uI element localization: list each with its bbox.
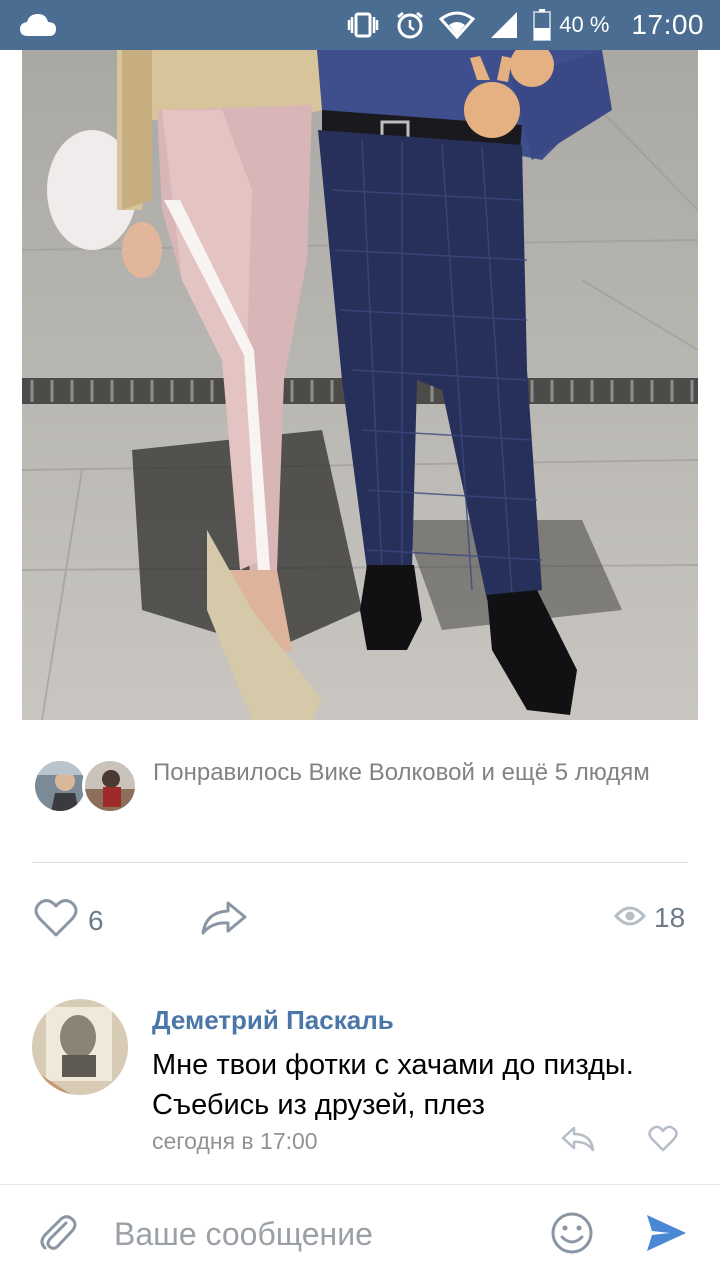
liker-avatar[interactable] bbox=[82, 758, 138, 814]
post-photo[interactable] bbox=[22, 50, 698, 720]
comment-item: Деметрий Паскаль Мне твои фотки с хачами… bbox=[0, 995, 720, 1165]
cloud-icon bbox=[18, 12, 58, 43]
send-icon[interactable] bbox=[644, 1211, 688, 1260]
comment-text: Мне твои фотки с хачами до пизды. Съебис… bbox=[152, 1049, 634, 1121]
battery-percent: 40 % bbox=[559, 12, 610, 37]
views-counter: 18 bbox=[614, 902, 685, 934]
message-input[interactable] bbox=[100, 1207, 520, 1261]
heart-icon bbox=[34, 898, 78, 943]
comment-time: сегодня в 17:00 bbox=[152, 1128, 318, 1154]
alarm-icon bbox=[395, 10, 425, 40]
views-count: 18 bbox=[654, 902, 686, 933]
paperclip-icon[interactable] bbox=[36, 1211, 80, 1260]
eye-icon bbox=[614, 904, 646, 933]
message-composer bbox=[0, 1184, 720, 1281]
signal-icon bbox=[489, 10, 519, 40]
battery-icon bbox=[533, 9, 552, 41]
vibrate-icon bbox=[345, 11, 381, 39]
commenter-avatar[interactable] bbox=[32, 999, 128, 1095]
share-button[interactable] bbox=[200, 900, 248, 941]
likes-summary[interactable]: Понравилось Вике Волковой и ещё 5 людям bbox=[153, 756, 673, 789]
like-button[interactable]: 6 bbox=[34, 898, 104, 943]
liker-avatar[interactable] bbox=[32, 758, 88, 814]
reply-icon[interactable] bbox=[560, 1125, 596, 1158]
wifi-icon bbox=[439, 11, 476, 39]
like-count: 6 bbox=[88, 904, 104, 936]
divider bbox=[32, 862, 688, 863]
share-arrow-icon bbox=[200, 900, 248, 941]
likes-row[interactable]: Понравилось Вике Волковой и ещё 5 людям bbox=[32, 758, 688, 818]
comment-like-icon[interactable] bbox=[648, 1125, 678, 1158]
status-bar: 40 % 17:00 bbox=[0, 0, 720, 50]
comment-author[interactable]: Деметрий Паскаль bbox=[152, 1005, 394, 1036]
status-time: 17:00 bbox=[631, 9, 704, 40]
emoji-icon[interactable] bbox=[550, 1211, 594, 1260]
post-actions: 6 18 bbox=[0, 890, 720, 950]
